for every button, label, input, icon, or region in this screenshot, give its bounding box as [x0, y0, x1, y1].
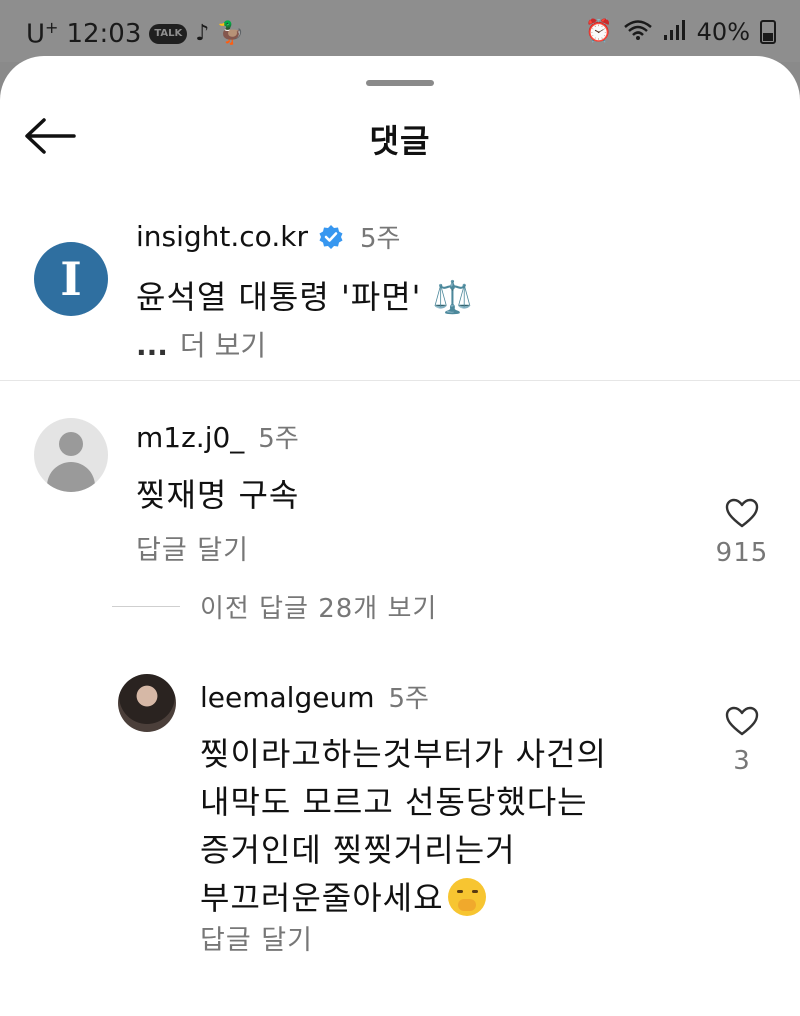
- comment-header: m1z.j0_ 5주: [136, 418, 299, 455]
- reply-text-line-last: 부끄러운줄아세요: [200, 874, 640, 922]
- avatar[interactable]: [118, 674, 176, 732]
- battery-icon: [760, 20, 776, 44]
- alarm-icon: ⏰: [585, 19, 613, 44]
- battery-percent: 40%: [696, 18, 750, 46]
- view-replies-label: 이전 답글 28개 보기: [200, 594, 438, 624]
- replies-line: [112, 606, 180, 607]
- wifi-icon: [623, 19, 653, 46]
- heart-icon[interactable]: [725, 498, 759, 528]
- avatar[interactable]: I: [34, 242, 108, 316]
- carrier-label: U+: [26, 18, 59, 50]
- username[interactable]: insight.co.kr: [136, 220, 308, 253]
- status-bar-right: ⏰ 40%: [585, 18, 776, 46]
- reply-text: 찢이라고하는것부터가 사건의 내막도 모르고 선동당했다는 증거인데 찢찢거리는…: [200, 730, 640, 922]
- reply-button[interactable]: 답글 달기: [200, 918, 313, 957]
- timestamp: 5주: [258, 424, 299, 454]
- sheet-title: 댓글: [369, 122, 431, 160]
- reply-header: leemalgeum 5주: [200, 678, 429, 715]
- timestamp: 5주: [359, 224, 401, 254]
- reply-text-line: 증거인데 찢찢거리는거: [200, 831, 516, 869]
- like-control: 3: [712, 706, 772, 776]
- comment-text: 찢재명 구속: [136, 476, 300, 514]
- username[interactable]: m1z.j0_: [136, 421, 244, 454]
- tiktok-icon: ♪: [195, 20, 210, 46]
- like-control: 915: [712, 498, 772, 568]
- caption-text: 윤석열 대통령 '파면' ⚖️: [136, 278, 474, 316]
- reply-text-line: 내막도 모르고 선동당했다는: [200, 783, 588, 821]
- verified-badge-icon: [319, 224, 343, 249]
- reply-text-line-content: 부끄러운줄아세요: [200, 879, 444, 917]
- reply-item: leemalgeum 5주 찢이라고하는것부터가 사건의 내막도 모르고 선동당했…: [0, 672, 800, 1000]
- like-count: 915: [715, 538, 769, 568]
- post-caption: I insight.co.kr 5주 윤석열 대통령 '파면' ⚖️ ... 더 …: [0, 206, 800, 382]
- divider: [0, 380, 800, 381]
- avatar[interactable]: [34, 418, 108, 492]
- status-bar-left: U+ 12:03 TALK ♪ 🦆: [26, 18, 245, 50]
- signal-icon: [663, 19, 687, 46]
- timestamp: 5주: [388, 684, 429, 714]
- username[interactable]: leemalgeum: [200, 681, 374, 714]
- heart-icon[interactable]: [725, 706, 759, 736]
- drag-handle[interactable]: [366, 80, 434, 86]
- caption-header: insight.co.kr 5주: [136, 218, 400, 255]
- comments-sheet: 댓글 I insight.co.kr 5주 윤석열 대통령 '파면' ⚖️ ..…: [0, 56, 800, 1016]
- face-with-hand-over-mouth-icon: [447, 878, 486, 916]
- view-previous-replies[interactable]: 이전 답글 28개 보기: [112, 588, 437, 625]
- kakaotalk-icon: TALK: [149, 23, 188, 44]
- reply-text-line: 찢이라고하는것부터가 사건의: [200, 735, 607, 773]
- see-more-link[interactable]: ... 더 보기: [136, 324, 266, 364]
- like-count: 3: [733, 746, 751, 776]
- reply-button[interactable]: 답글 달기: [136, 528, 249, 567]
- see-more-label: 더 보기: [179, 329, 267, 362]
- comment-item: m1z.j0_ 5주 찢재명 구속 답글 달기 915: [0, 406, 800, 606]
- ellipsis: ...: [136, 329, 168, 362]
- status-bar: U+ 12:03 TALK ♪ 🦆 ⏰ 40%: [0, 0, 800, 62]
- avatar-body: [47, 462, 95, 492]
- clock: 12:03: [66, 18, 142, 49]
- duck-icon: 🦆: [217, 20, 245, 46]
- avatar-head: [59, 432, 83, 456]
